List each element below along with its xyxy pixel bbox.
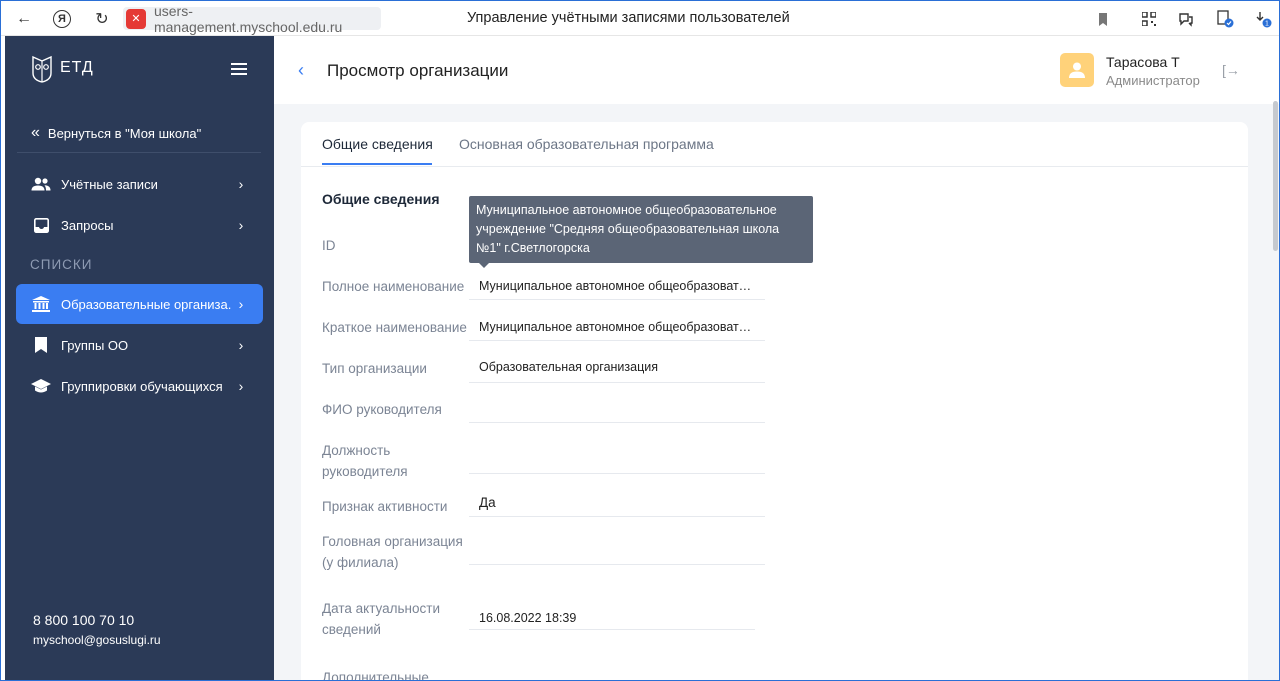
chevron-right-icon: › [238,296,244,312]
user-role: Администратор [1106,73,1200,88]
yandex-icon[interactable]: Я [53,10,71,28]
browser-window: ← Я ↻ ✕ users-management.myschool.edu.ru… [0,0,1280,681]
page-scrollbar[interactable] [1273,101,1278,251]
logout-icon[interactable]: [→ [1222,62,1240,78]
users-icon [31,175,51,193]
field-value-active: Да [479,495,496,510]
sidebar-section-label: СПИСКИ [30,257,93,272]
field-underline [469,299,765,300]
profile-extension-icon[interactable] [1214,8,1236,30]
field-underline [469,382,765,383]
sidebar-item-requests[interactable]: Запросы › [16,205,263,245]
qr-code-icon[interactable] [1138,8,1160,30]
full-name-tooltip: Муниципальное автономное общеобразовател… [469,196,813,263]
tab-title: Управление учётными записями пользовател… [467,10,790,26]
chevron-right-icon: › [238,176,244,192]
inbox-icon [31,216,51,234]
chevron-right-icon: › [238,217,244,233]
hamburger-menu-icon[interactable] [231,63,247,75]
sidebar-item-label: Группировки обучающихся [61,378,223,394]
active-tab-indicator [322,163,432,165]
field-underline [469,629,755,630]
page-header: ‹ Просмотр организации Тарасова Т Админи… [274,36,1279,104]
field-label-short-name: Краткое наименование [322,320,467,335]
field-underline [469,473,765,474]
sidebar-item-oo-groups[interactable]: Группы ОО › [16,325,263,365]
field-value-full-name[interactable]: Муниципальное автономное общеобразовател… [469,279,765,293]
sidebar-item-accounts[interactable]: Учётные записи › [16,164,263,204]
svg-text:1: 1 [1265,21,1269,28]
support-phone[interactable]: 8 800 100 70 10 [33,612,134,628]
avatar[interactable] [1060,53,1094,87]
back-chevron-icon[interactable]: ‹ [298,60,304,81]
chevron-right-icon: › [238,337,244,353]
reload-icon[interactable]: ↻ [91,8,113,30]
owl-logo-icon [32,55,52,83]
field-label-director-position: Должность руководителя [322,443,408,479]
section-title: Общие сведения [322,191,440,207]
sidebar-item-label: Учётные записи [61,176,158,192]
sidebar-item-student-groupings[interactable]: Группировки обучающихся › [16,366,263,406]
sidebar-item-label: Запросы [61,217,114,233]
user-name: Тарасова Т [1106,54,1180,70]
field-underline [469,422,765,423]
field-label-id: ID [322,238,336,253]
field-underline [469,516,765,517]
sidebar-item-label: Группы ОО [61,337,129,353]
back-to-myschool-link[interactable]: « Вернуться в "Моя школа" [31,124,201,142]
field-underline [469,564,765,565]
address-bar[interactable]: ✕ users-management.myschool.edu.ru [123,3,381,35]
tooltip-arrow [479,263,489,268]
back-link-label: Вернуться в "Моя школа" [47,125,202,141]
field-value-actuality-date: 16.08.2022 18:39 [479,611,577,625]
logo[interactable]: ЕТД [30,53,94,83]
field-label-full-name: Полное наименование [322,279,465,294]
field-label-head-org: Головная организация (у филиала) [322,534,463,570]
field-value-org-type: Образовательная организация [479,360,659,374]
browser-toolbar: ← Я ↻ ✕ users-management.myschool.edu.ru… [1,1,1279,36]
download-icon[interactable]: 1 [1252,8,1274,30]
field-label-active: Признак активности [322,499,448,514]
field-label-org-type: Тип организации [322,361,427,376]
tab-divider [301,166,1248,167]
support-email[interactable]: myschool@gosuslugi.ru [33,633,161,647]
user-icon [1069,62,1085,78]
main-content: ‹ Просмотр организации Тарасова Т Админи… [274,36,1279,681]
sidebar-item-organizations[interactable]: Образовательные организа... › [16,284,263,324]
sidebar-divider [17,152,261,153]
logo-text: ЕТД [60,59,94,76]
field-label-actuality-date: Дата актуальности сведений [322,601,440,637]
extension-icon[interactable] [1175,8,1197,30]
sidebar-item-label: Образовательные организа... [61,296,231,312]
chevron-right-icon: › [238,378,244,394]
tab-general-info[interactable]: Общие сведения [322,136,433,152]
field-label-additional: Дополнительные [322,670,429,681]
url-text: users-management.myschool.edu.ru [153,2,343,35]
field-label-director-name: ФИО руководителя [322,402,442,417]
field-underline [469,340,765,341]
back-arrow-icon[interactable]: ← [13,8,35,30]
tab-educational-program[interactable]: Основная образовательная программа [459,136,714,152]
institution-icon [31,295,51,313]
sidebar: ЕТД « Вернуться в "Моя школа" Учётные за… [5,36,274,680]
bookmark-icon[interactable] [1092,8,1114,30]
double-chevron-left-icon: « [31,124,40,141]
shield-icon[interactable]: ✕ [126,8,146,29]
bookmark-icon [31,336,51,354]
field-value-short-name[interactable]: Муниципальное автономное общеобразовател… [469,320,765,334]
graduation-cap-icon [31,377,51,395]
page-title: Просмотр организации [327,61,509,80]
